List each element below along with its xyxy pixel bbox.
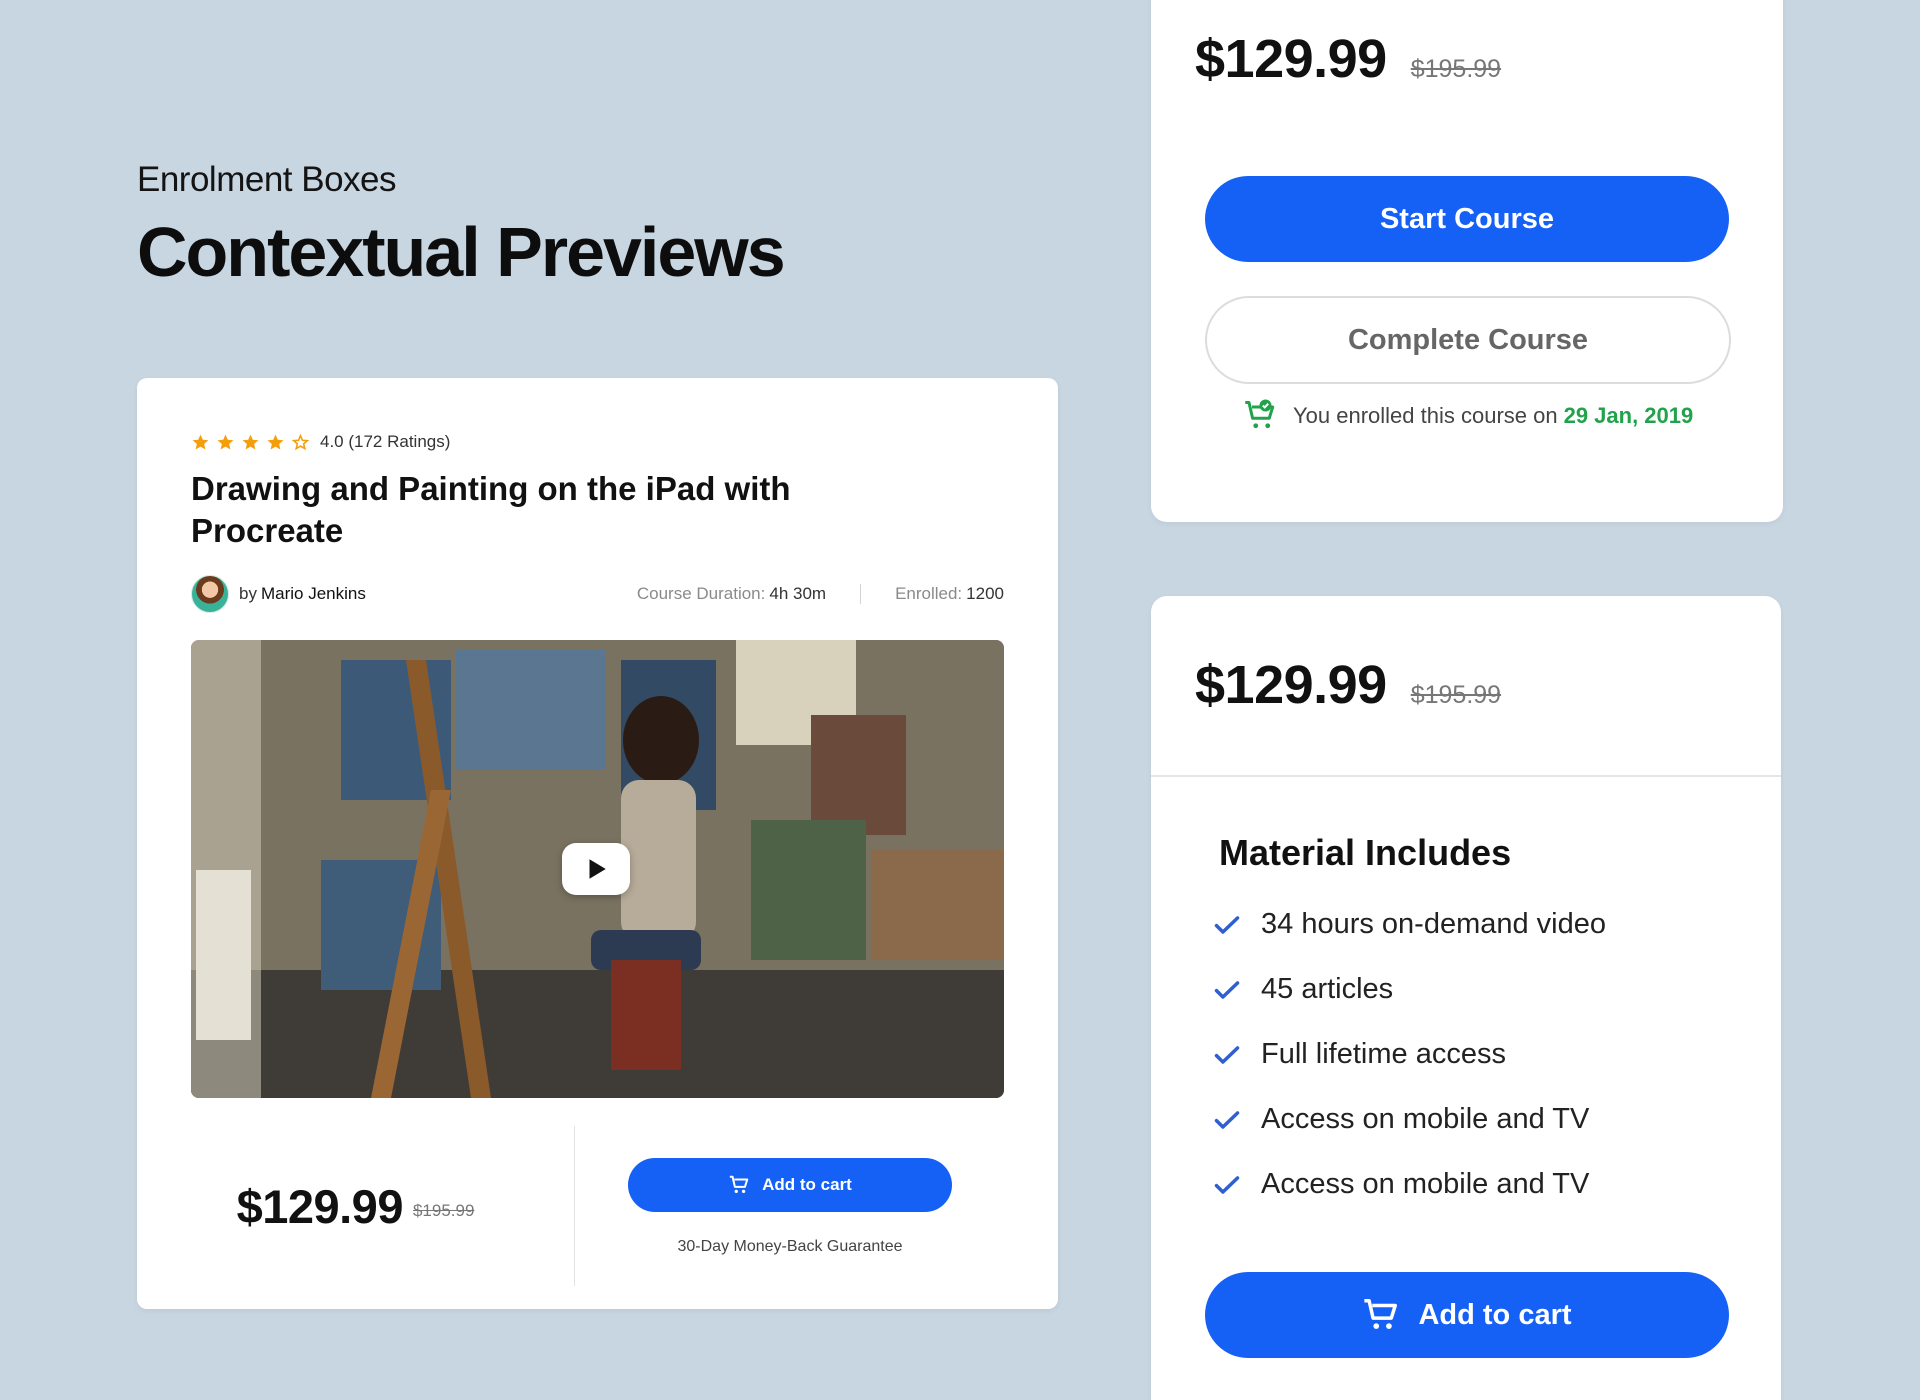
meta-divider: [860, 584, 862, 604]
check-icon: [1214, 1175, 1240, 1194]
rating-text: 4.0 (172 Ratings): [320, 432, 451, 451]
duration-label: Course Duration:: [636, 584, 766, 603]
star-filled-icon: [192, 434, 209, 450]
material-old-price: $195.99: [1410, 681, 1502, 709]
play-icon: [589, 859, 606, 879]
author-prefix: by: [239, 584, 257, 603]
star-filled-icon: [217, 434, 234, 450]
complete-course-button[interactable]: Complete Course: [1205, 296, 1731, 384]
page-title: Contextual Previews: [137, 213, 786, 291]
rating-row: 4.0 (172 Ratings): [191, 430, 450, 454]
course-stats: Course Duration: 4h 30m Enrolled: 1200: [637, 584, 1004, 604]
author-name[interactable]: Mario Jenkins: [261, 584, 366, 604]
material-item-label: 45 articles: [1261, 973, 1394, 1005]
add-to-cart-label: Add to cart: [762, 1175, 852, 1194]
add-to-cart-large-label: Add to cart: [1418, 1298, 1572, 1331]
enrolled-value: 1200: [966, 584, 1004, 603]
list-item: Access on mobile and TV: [1213, 1087, 1606, 1152]
material-item-label: Access on mobile and TV: [1261, 1168, 1590, 1200]
start-course-button[interactable]: Start Course: [1205, 176, 1729, 262]
enrolled-box: $129.99 $195.99 Start Course Complete Co…: [1151, 0, 1783, 522]
material-item-label: Access on mobile and TV: [1261, 1103, 1590, 1135]
list-item: Access on mobile and TV: [1213, 1152, 1606, 1217]
divider: [1151, 775, 1781, 777]
list-item: Full lifetime access: [1213, 1022, 1606, 1087]
material-price-row: $129.99 $195.99: [1195, 654, 1501, 716]
section-kicker: Enrolment Boxes: [137, 160, 397, 199]
cart-check-icon: [1245, 399, 1275, 429]
add-to-cart-large-button[interactable]: Add to cart: [1205, 1272, 1729, 1358]
cart-icon: [1364, 1299, 1398, 1329]
enrolled-text: You enrolled this course on: [1293, 403, 1558, 428]
course-preview-video[interactable]: [191, 640, 1004, 1098]
material-includes-title: Material Includes: [1219, 832, 1512, 873]
course-preview-card: 4.0 (172 Ratings) Drawing and Painting o…: [137, 378, 1058, 1309]
material-list: 34 hours on-demand video 45 articles Ful…: [1213, 892, 1606, 1217]
check-icon: [1214, 980, 1240, 999]
star-filled-icon: [267, 434, 284, 450]
check-icon: [1214, 1045, 1240, 1064]
star-outline-icon: [291, 433, 310, 450]
star-filled-icon: [242, 434, 259, 450]
duration-value: 4h 30m: [769, 584, 827, 603]
course-price: $129.99: [236, 1179, 404, 1233]
cart-icon: [729, 1175, 749, 1194]
play-button[interactable]: [562, 843, 630, 895]
add-to-cart-button[interactable]: Add to cart: [628, 1158, 952, 1212]
price-block: $129.99 $195.99: [137, 1126, 575, 1286]
enrolled-price-row: $129.99 $195.99: [1195, 28, 1501, 90]
material-item-label: Full lifetime access: [1261, 1038, 1506, 1070]
list-item: 45 articles: [1213, 957, 1606, 1022]
enrolled-label: Enrolled:: [895, 584, 963, 603]
author-avatar[interactable]: [191, 575, 229, 613]
enrolled-date: 29 Jan, 2019: [1563, 403, 1694, 428]
course-old-price: $195.99: [412, 1201, 475, 1220]
enrolled-info: You enrolled this course on 29 Jan, 2019: [1243, 398, 1693, 434]
enrolled-old-price: $195.99: [1410, 55, 1502, 83]
material-item-label: 34 hours on-demand video: [1261, 908, 1607, 940]
course-title[interactable]: Drawing and Painting on the iPad with Pr…: [191, 468, 811, 552]
material-box: $129.99 $195.99 Material Includes 34 hou…: [1151, 596, 1781, 1400]
material-price: $129.99: [1195, 655, 1387, 715]
course-meta-row: by Mario Jenkins Course Duration: 4h 30m…: [191, 574, 1004, 614]
money-back-guarantee: 30-Day Money-Back Guarantee: [677, 1238, 903, 1255]
list-item: 34 hours on-demand video: [1213, 892, 1606, 957]
enrolled-price: $129.99: [1195, 29, 1387, 89]
check-icon: [1214, 1110, 1240, 1129]
check-icon: [1214, 915, 1240, 934]
